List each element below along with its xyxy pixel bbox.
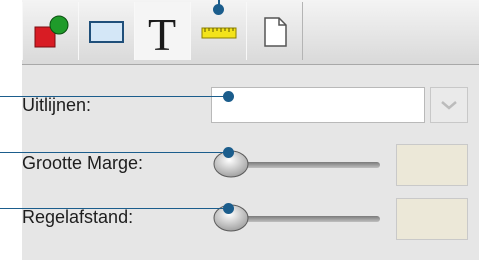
tab-shape[interactable] xyxy=(22,2,79,60)
callout-dot-spacing xyxy=(223,203,234,214)
tab-rectangle[interactable] xyxy=(78,2,135,60)
align-input[interactable] xyxy=(211,87,425,123)
callout-line-margin xyxy=(0,152,229,153)
text-icon: T xyxy=(148,9,176,60)
text-settings-panel: T Uitlijnen: Grootte Marge: Regelafstand… xyxy=(0,0,479,260)
callout-dot-text xyxy=(213,4,224,15)
shape-icon xyxy=(34,15,69,48)
callout-dot-align xyxy=(223,91,234,102)
callout-dot-margin xyxy=(223,147,234,158)
tab-text[interactable]: T xyxy=(134,2,191,60)
page-icon xyxy=(264,17,287,47)
rectangle-icon xyxy=(89,21,124,43)
align-label: Uitlijnen: xyxy=(22,95,92,115)
spacing-value-field[interactable] xyxy=(396,198,468,240)
toolbar: T xyxy=(22,0,479,65)
spacing-label: Regelafstand: xyxy=(22,207,134,227)
align-dropdown-button[interactable] xyxy=(430,87,468,123)
margin-value-field[interactable] xyxy=(396,144,468,186)
margin-label: Grootte Marge: xyxy=(22,153,144,173)
callout-line-spacing xyxy=(0,208,229,209)
tab-page[interactable] xyxy=(246,2,303,60)
callout-line-align xyxy=(0,96,229,97)
chevron-down-icon xyxy=(441,101,457,110)
svg-text:T: T xyxy=(148,9,176,60)
